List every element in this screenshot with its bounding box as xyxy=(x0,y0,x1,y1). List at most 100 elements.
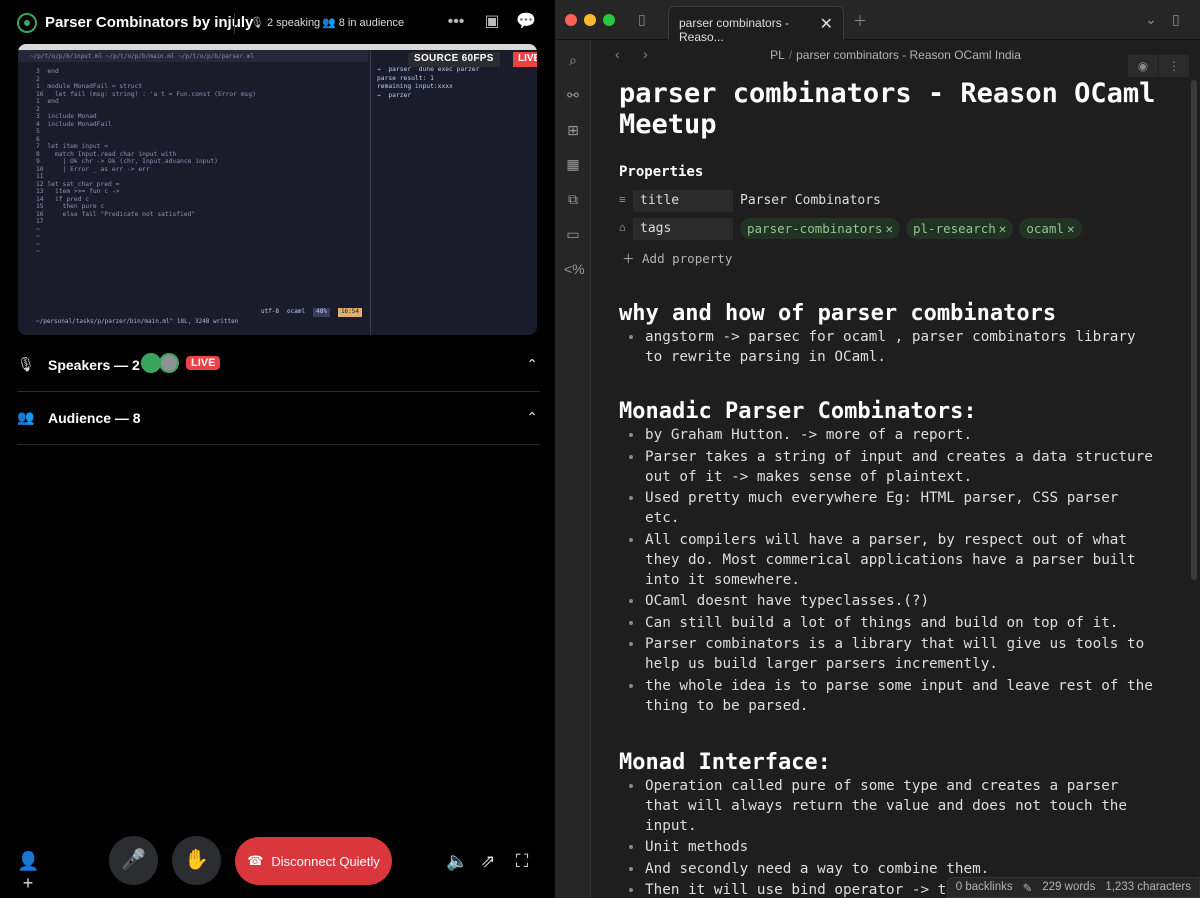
terminal-icon[interactable]: ▭ xyxy=(564,226,582,244)
audience-icon: 👥 xyxy=(322,17,336,29)
scrollbar[interactable] xyxy=(1191,80,1197,580)
raise-hand-icon[interactable]: ✋ xyxy=(172,836,221,885)
tag-pill[interactable]: parser-combinators ✕ xyxy=(740,218,900,239)
status-language: ocaml xyxy=(287,308,306,315)
speaker-icon[interactable]: 🔈 xyxy=(446,850,468,872)
discord-stage-panel: Parser Combinators by injuly 🎙 2 speaking… xyxy=(0,0,553,898)
code-icon[interactable]: <% xyxy=(564,261,585,279)
tag-list: parser-combinators ✕ pl-research ✕ ocaml ✕ xyxy=(740,218,1082,239)
close-window-button[interactable] xyxy=(565,14,577,26)
source-badge: SOURCE 60FPS xyxy=(408,52,500,67)
stage-icon xyxy=(17,13,37,33)
more-icon[interactable]: ••• xyxy=(445,11,467,33)
chevron-up-icon[interactable]: ⌃ xyxy=(526,356,538,373)
word-count: 229 words xyxy=(1042,881,1096,893)
remove-tag-icon[interactable]: ✕ xyxy=(999,221,1007,236)
blocks-icon[interactable]: ⊞ xyxy=(564,122,582,140)
terminal-output: → parser dune exec parzer parse result: … xyxy=(377,66,480,99)
property-key-title[interactable]: title xyxy=(633,190,733,212)
speakers-section[interactable]: 🎙 Speakers — 2 LIVE ⌃ xyxy=(17,340,540,392)
audience-count: 👥 8 in audience xyxy=(322,16,404,29)
stage-header: Parser Combinators by injuly 🎙 2 speaking… xyxy=(0,0,553,46)
status-percent: 48% xyxy=(313,308,330,317)
list-item[interactable]: OCaml doesnt have typeclasses.(?) xyxy=(619,591,1159,611)
properties-heading: Properties xyxy=(619,164,704,180)
search-icon[interactable]: ⌕ xyxy=(564,52,582,70)
list-item[interactable]: by Graham Hutton. -> more of a report. xyxy=(619,425,1159,445)
close-icon[interactable]: ✕ xyxy=(820,14,833,34)
list-item[interactable]: Unit methods xyxy=(619,837,1159,857)
list-item[interactable]: And secondly need a way to combine them. xyxy=(619,859,1159,879)
status-bar: 0 backlinks ✎ 229 words 1,233 characters xyxy=(946,877,1200,898)
audience-icon: 👥 xyxy=(17,409,35,425)
property-key-tags[interactable]: tags xyxy=(633,218,733,240)
list-item[interactable]: Parser combinators is a library that wil… xyxy=(619,634,1159,674)
graph-icon[interactable]: ⚯ xyxy=(564,87,582,105)
add-property-label: Add property xyxy=(642,251,733,266)
speaking-count: 🎙 2 speaking xyxy=(250,16,320,29)
tag-label: parser-combinators xyxy=(747,221,883,236)
tab-note[interactable]: parser combinators - Reaso... ✕ xyxy=(668,6,844,44)
editor-tabs: ~/p/t/o/p/b/input.ml ~/p/t/o/p/b/main.ml… xyxy=(18,50,368,62)
list-item[interactable]: the whole idea is to parse some input an… xyxy=(619,676,1159,716)
editor-statusline: utf-8 ocaml 48% 16:54 xyxy=(36,308,366,317)
note-content[interactable]: parser combinators - Reason OCaml Meetup… xyxy=(619,78,1159,898)
breadcrumb: PL / parser combinators - Reason OCaml Ind… xyxy=(591,48,1200,62)
pencil-icon[interactable]: ✎ xyxy=(1023,881,1033,895)
page-title[interactable]: parser combinators - Reason OCaml Meetup xyxy=(619,78,1159,140)
terminal-pane: → parser dune exec parzer parse result: … xyxy=(370,50,537,335)
avatar[interactable] xyxy=(141,353,161,373)
left-ribbon: ⌕ ⚯ ⊞ ▦ ⧉ ▭ <% xyxy=(555,40,591,898)
character-count: 1,233 characters xyxy=(1105,881,1191,893)
audience-section[interactable]: 👥 Audience — 8 ⌃ xyxy=(17,393,540,445)
minimize-window-button[interactable] xyxy=(584,14,596,26)
new-tab-icon[interactable]: ＋ xyxy=(853,11,867,31)
more-options-icon[interactable]: ⋮ xyxy=(1159,55,1189,77)
property-value-title[interactable]: Parser Combinators xyxy=(740,193,881,208)
copy-icon[interactable]: ⧉ xyxy=(564,191,582,209)
section-heading[interactable]: Monadic Parser Combinators: xyxy=(619,399,1159,425)
backlinks-count[interactable]: 0 backlinks xyxy=(956,881,1013,894)
sidebar-toggle-icon[interactable]: ▯ xyxy=(638,11,646,28)
section-heading[interactable]: Monad Interface: xyxy=(619,750,1159,776)
calendar-icon[interactable]: ▦ xyxy=(564,156,582,174)
list-item[interactable]: angstorm -> parsec for ocaml , parser co… xyxy=(619,327,1159,367)
remove-tag-icon[interactable]: ✕ xyxy=(885,221,893,236)
editor-written-msg: ~/personal/tasks/p/parzer/bin/main.ml" 1… xyxy=(36,318,239,325)
add-property-button[interactable]: ＋ Add property xyxy=(619,248,1159,267)
chevron-up-icon[interactable]: ⌃ xyxy=(526,409,538,426)
mic-icon: 🎙 xyxy=(17,356,35,372)
eye-icon[interactable]: ◉ xyxy=(1128,55,1158,77)
sidebar-icon[interactable]: ▯ xyxy=(1172,11,1180,28)
section-heading[interactable]: why and how of parser combinators xyxy=(619,301,1159,327)
fullscreen-icon[interactable]: ⛶ xyxy=(511,850,533,872)
status-time: 16:54 xyxy=(337,308,362,317)
header-divider xyxy=(234,13,235,33)
list-item[interactable]: Parser takes a string of input and creat… xyxy=(619,447,1159,487)
obsidian-window: ▯ parser combinators - Reaso... ✕ ＋ ⌄ ▯ … xyxy=(555,0,1200,898)
screen-share-video[interactable]: ~/p/t/o/p/b/input.ml ~/p/t/o/p/b/main.ml… xyxy=(18,44,537,335)
list-item[interactable]: All compilers will have a parser, by res… xyxy=(619,530,1159,590)
breadcrumb-root[interactable]: PL xyxy=(770,48,785,62)
list-item[interactable]: Operation called pure of some type and c… xyxy=(619,776,1159,836)
stage-controls: 👤+ 🎤 ✋ ☎ Disconnect Quietly 🔈 ⇗ ⛶ xyxy=(0,836,553,893)
breadcrumb-separator: / xyxy=(788,48,793,62)
tag-pill[interactable]: ocaml ✕ xyxy=(1019,218,1082,239)
list-item[interactable]: Can still build a lot of things and buil… xyxy=(619,613,1159,633)
popout-icon[interactable]: ⇗ xyxy=(477,850,499,872)
breadcrumb-note[interactable]: parser combinators - Reason OCaml India xyxy=(796,48,1021,62)
list-item[interactable]: Used pretty much everywhere Eg: HTML par… xyxy=(619,488,1159,528)
zoom-window-button[interactable] xyxy=(603,14,615,26)
chevron-down-icon[interactable]: ⌄ xyxy=(1145,11,1157,28)
avatar[interactable] xyxy=(159,353,179,373)
window-titlebar: ▯ parser combinators - Reaso... ✕ ＋ ⌄ ▯ xyxy=(555,0,1200,44)
inbox-icon[interactable]: ▣ xyxy=(481,11,503,33)
disconnect-button[interactable]: ☎ Disconnect Quietly xyxy=(235,837,392,885)
property-title: ≡ title Parser Combinators xyxy=(619,188,1159,215)
threads-icon[interactable]: 💬 xyxy=(515,11,537,33)
tag-pill[interactable]: pl-research ✕ xyxy=(906,218,1014,239)
remove-tag-icon[interactable]: ✕ xyxy=(1067,221,1075,236)
invite-icon[interactable]: 👤+ xyxy=(17,850,39,893)
mute-icon[interactable]: 🎤 xyxy=(109,836,158,885)
mic-icon: 🎙 xyxy=(250,17,264,29)
